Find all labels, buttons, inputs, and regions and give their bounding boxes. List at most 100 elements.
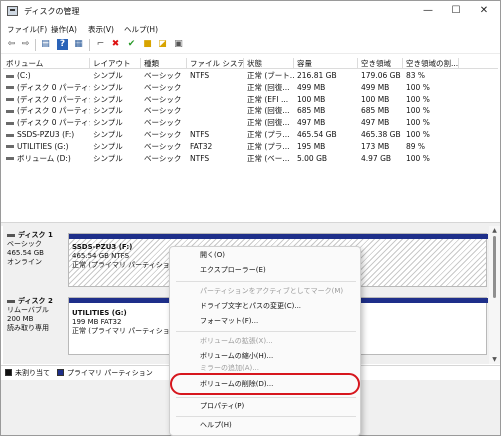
column-header-percent-free[interactable]: 空き領域の割... bbox=[403, 58, 459, 69]
cell-free-space: 465.38 GB bbox=[361, 130, 401, 139]
disk-type: リムーバブル bbox=[7, 306, 49, 314]
delete-icon[interactable]: ✖ bbox=[110, 39, 121, 50]
menu-change-drive-letter[interactable]: ドライブ文字とパスの変更(C)... bbox=[200, 301, 301, 312]
menu-help[interactable]: ヘルプ(H) bbox=[124, 24, 158, 35]
menu-explorer[interactable]: エクスプローラー(E) bbox=[200, 265, 266, 276]
legend-primary-partition: プライマリ パーティション bbox=[67, 369, 153, 377]
menu-properties[interactable]: プロパティ(P) bbox=[200, 401, 244, 412]
window-title: ディスクの管理 bbox=[24, 7, 80, 16]
cell-layout: シンプル bbox=[93, 118, 123, 128]
menu-shrink-volume[interactable]: ボリュームの縮小(H)... bbox=[200, 351, 273, 362]
volume-list: ボリューム レイアウト 種類 ファイル システム 状態 容量 空き領域 空き領域… bbox=[3, 56, 498, 222]
volume-row[interactable]: (ディスク 0 パーティシ...シンプル ベーシック 正常 (回復... 499 MB… bbox=[3, 82, 498, 93]
cell-percent-free: 100 % bbox=[406, 118, 430, 128]
cell-type: ベーシック bbox=[144, 153, 182, 163]
forward-icon[interactable]: ⇨ bbox=[20, 39, 31, 50]
delete-volume-highlight bbox=[170, 373, 360, 395]
column-header-filesystem[interactable]: ファイル システム bbox=[187, 58, 244, 69]
partition-status: 正常 (プライマリ パーティション) bbox=[72, 327, 180, 335]
cell-filesystem: NTFS bbox=[190, 153, 210, 163]
volume-name: ボリューム (D:) bbox=[17, 153, 71, 163]
cell-status: 正常 (回復... bbox=[247, 106, 290, 116]
volume-row[interactable]: ボリューム (D:) シンプル ベーシック NTFS 正常 (ベー... 5.00 GB 4… bbox=[3, 153, 498, 164]
scroll-down-icon[interactable]: ▼ bbox=[491, 356, 498, 363]
volume-icon bbox=[6, 157, 14, 161]
disk-size: 200 MB bbox=[7, 315, 34, 323]
volume-icon bbox=[6, 109, 14, 113]
minimize-button[interactable]: — bbox=[414, 2, 442, 19]
volume-icon bbox=[6, 74, 14, 78]
column-header-status[interactable]: 状態 bbox=[244, 58, 294, 69]
primary-partition-swatch bbox=[57, 369, 64, 376]
volume-name: (ディスク 0 パーティシ... bbox=[17, 118, 90, 128]
scroll-thumb[interactable] bbox=[493, 236, 496, 298]
cell-layout: シンプル bbox=[93, 94, 123, 104]
disk-type: ベーシック bbox=[7, 240, 42, 248]
menu-extend-volume: ボリュームの拡張(X)... bbox=[200, 337, 273, 345]
cell-free-space: 173 MB bbox=[361, 141, 390, 151]
search-disk-icon[interactable]: ◪ bbox=[157, 39, 168, 50]
volume-row[interactable]: UTILITIES (G:) シンプル ベーシック FAT32 正常 (プラ... 195… bbox=[3, 141, 498, 152]
volume-list-icon[interactable]: ▦ bbox=[73, 39, 84, 50]
cell-status: 正常 (プラ... bbox=[247, 141, 290, 151]
disk-title: ディスク 2 bbox=[18, 297, 53, 305]
menu-open[interactable]: 開く(O) bbox=[200, 250, 225, 261]
vertical-scrollbar[interactable]: ▲ ▼ bbox=[489, 226, 500, 364]
menu-action[interactable]: 操作(A) bbox=[51, 24, 77, 35]
cell-capacity: 195 MB bbox=[297, 141, 326, 151]
volume-row[interactable]: (ディスク 0 パーティシ...シンプル ベーシック 正常 (回復... 685 MB… bbox=[3, 105, 498, 116]
cell-status: 正常 (プラ... bbox=[247, 130, 290, 139]
menu-view[interactable]: 表示(V) bbox=[88, 24, 114, 35]
volume-name: (ディスク 0 パーティシ... bbox=[17, 82, 90, 92]
scroll-up-icon[interactable]: ▲ bbox=[491, 227, 498, 234]
cell-type: ベーシック bbox=[144, 94, 182, 104]
column-header-volume[interactable]: ボリューム bbox=[3, 58, 90, 69]
cell-type: ベーシック bbox=[144, 106, 182, 116]
menu-format[interactable]: フォーマット(F)... bbox=[200, 316, 258, 327]
column-header-layout[interactable]: レイアウト bbox=[90, 58, 141, 69]
disk-list-icon[interactable]: ▤ bbox=[40, 39, 51, 50]
unallocated-swatch bbox=[5, 369, 12, 376]
cell-volume: (ディスク 0 パーティシ... bbox=[3, 117, 90, 128]
column-header-capacity[interactable]: 容量 bbox=[294, 58, 358, 69]
new-disk-icon[interactable]: ■ bbox=[142, 39, 153, 50]
maximize-button[interactable]: ☐ bbox=[442, 2, 470, 19]
connect-icon[interactable]: ⌐ bbox=[95, 39, 106, 50]
volume-row[interactable]: (ディスク 0 パーティシ...シンプル ベーシック 正常 (回復... 497 MB… bbox=[3, 117, 498, 128]
context-menu: 開く(O) エクスプローラー(E) パーティションをアクティブとしてマーク(M)… bbox=[169, 246, 361, 436]
volume-row[interactable]: SSDS-PZU3 (F:) シンプル ベーシック NTFS 正常 (プラ... 465.… bbox=[3, 129, 498, 140]
volume-row[interactable]: (C:) シンプル ベーシック NTFS 正常 (ブート... 216.81 GB 179.… bbox=[3, 70, 498, 81]
partition-name: SSDS-PZU3 (F:) bbox=[72, 243, 133, 251]
legend-unallocated: 未割り当て bbox=[15, 369, 50, 377]
back-icon[interactable]: ⇦ bbox=[6, 39, 17, 50]
column-header-free-space[interactable]: 空き領域 bbox=[358, 58, 403, 69]
cell-status: 正常 (EFI ... bbox=[247, 94, 289, 104]
cell-type: ベーシック bbox=[144, 118, 182, 128]
disk-1-label[interactable]: ディスク 1 ベーシック 465.54 GB オンライン bbox=[7, 231, 65, 267]
checkmark-icon[interactable]: ✔ bbox=[126, 39, 137, 50]
cell-layout: シンプル bbox=[93, 71, 123, 80]
cell-filesystem bbox=[187, 94, 244, 105]
cell-free-space: 179.06 GB bbox=[361, 71, 401, 80]
disk-2-label[interactable]: ディスク 2 リムーバブル 200 MB 読み取り専用 bbox=[7, 297, 65, 333]
toolbar-separator bbox=[35, 39, 36, 51]
cell-volume: SSDS-PZU3 (F:) bbox=[3, 129, 90, 140]
volume-name: UTILITIES (G:) bbox=[17, 141, 69, 151]
cell-volume: (C:) bbox=[3, 70, 90, 81]
disk-icon bbox=[7, 233, 15, 237]
cell-capacity: 499 MB bbox=[297, 82, 326, 92]
menu-help[interactable]: ヘルプ(H) bbox=[200, 420, 232, 431]
menu-file[interactable]: ファイル(F) bbox=[7, 24, 47, 35]
properties-icon[interactable]: ▣ bbox=[173, 39, 184, 50]
volume-icon bbox=[6, 133, 14, 137]
cell-capacity: 100 MB bbox=[297, 94, 326, 104]
help-icon[interactable]: ? bbox=[57, 39, 68, 50]
cell-type: ベーシック bbox=[144, 130, 182, 139]
close-button[interactable]: ✕ bbox=[470, 2, 498, 19]
column-header-type[interactable]: 種類 bbox=[141, 58, 187, 69]
cell-percent-free: 100 % bbox=[406, 153, 430, 163]
volume-icon bbox=[6, 121, 14, 125]
partition-size-fs: 199 MB FAT32 bbox=[72, 318, 122, 326]
cell-percent-free: 89 % bbox=[406, 141, 426, 151]
volume-row[interactable]: (ディスク 0 パーティシ...シンプル ベーシック 正常 (EFI ... 100 … bbox=[3, 94, 498, 105]
